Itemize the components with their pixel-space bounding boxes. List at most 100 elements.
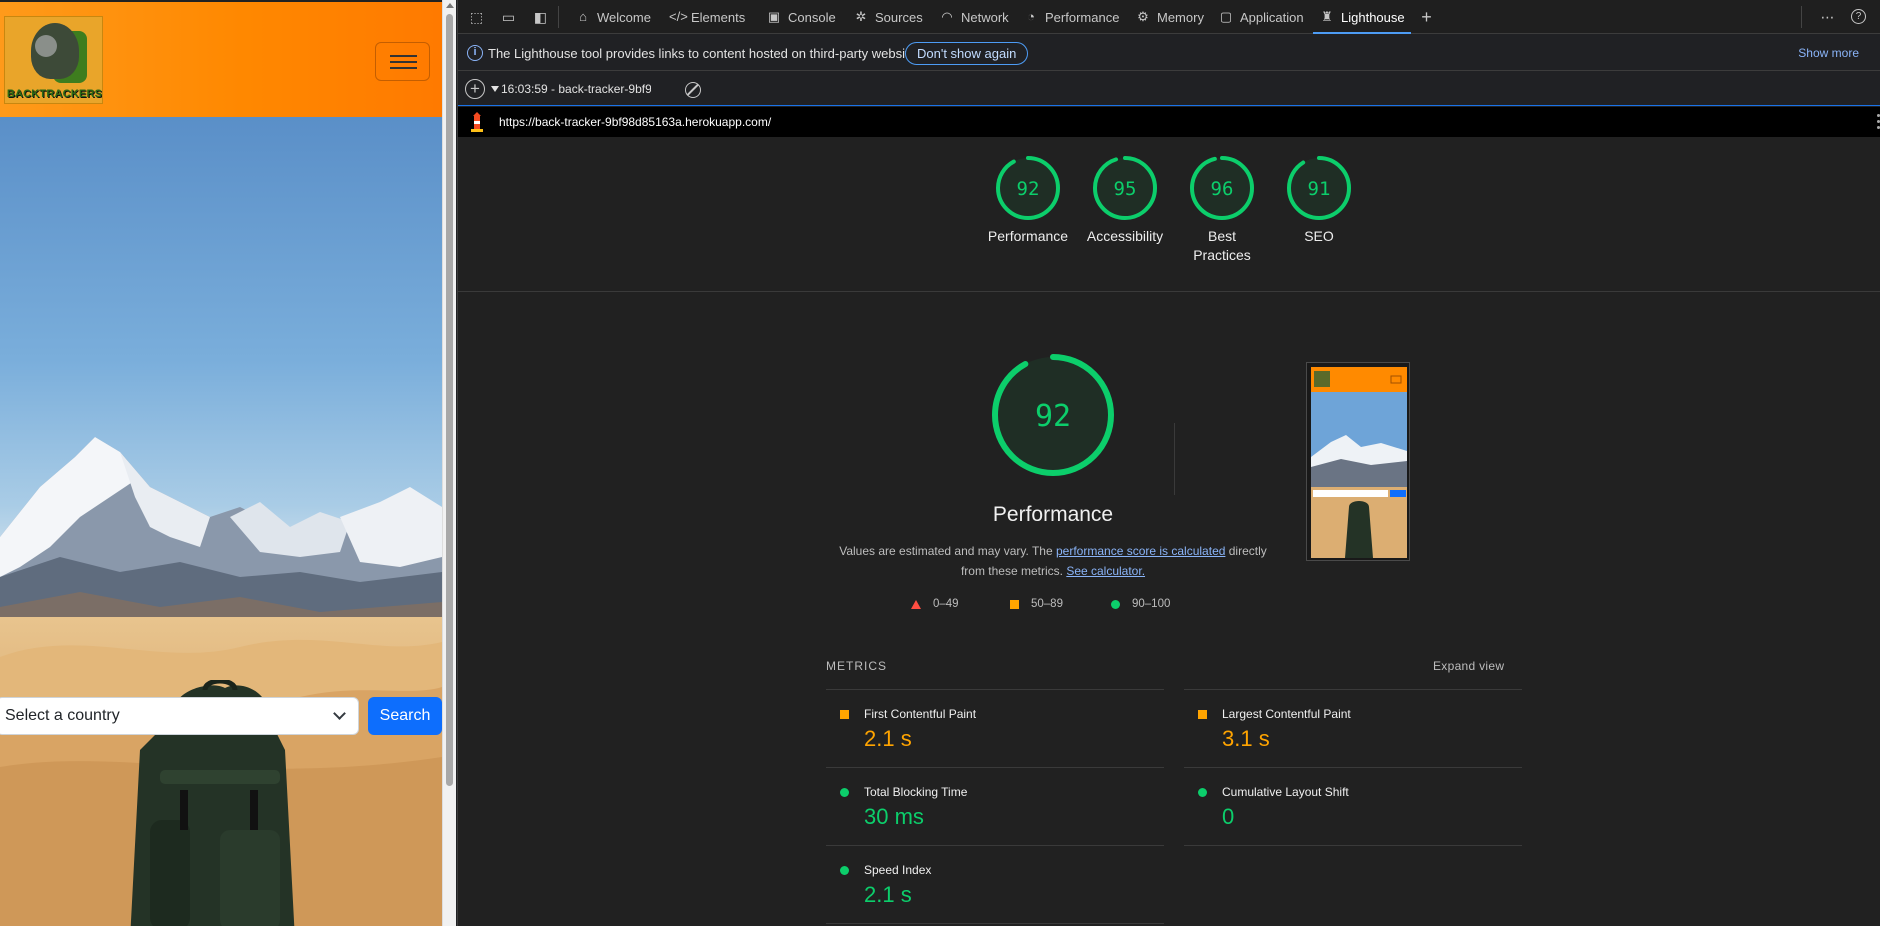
scroll-up-arrow-icon[interactable] <box>446 3 454 8</box>
score-gauge-performance[interactable]: 92 Performance <box>980 155 1076 246</box>
site-header: BACKTRACKERS <box>0 0 442 117</box>
dock-sidebar-icon[interactable]: ◧ <box>532 9 549 25</box>
score-label: Accessibility <box>1086 228 1164 244</box>
new-report-plus-icon[interactable]: + <box>465 79 485 99</box>
score-gauge-seo[interactable]: 91 SEO <box>1271 155 1367 246</box>
score-gauge-best-practices[interactable]: 96 Best Practices <box>1174 155 1270 265</box>
scrollbar-thumb[interactable] <box>446 14 453 786</box>
dropdown-triangle-icon <box>491 86 499 92</box>
circle-icon <box>840 866 849 875</box>
tab-console[interactable]: ▣ Console <box>766 0 836 34</box>
screen: BACKTRACKERS Select a country Search ⬚ ▭… <box>0 0 1880 926</box>
country-search-form: Select a country Search <box>0 697 442 735</box>
tab-lighthouse[interactable]: ♜ Lighthouse <box>1313 0 1411 34</box>
legend-fail: 0–49 <box>911 598 959 610</box>
report-url[interactable]: https://back-tracker-9bf98d85163a.heroku… <box>499 115 771 129</box>
gauge-score-text: 96 <box>1211 178 1234 200</box>
hamburger-icon-line <box>390 67 417 69</box>
tab-elements[interactable]: </> Elements <box>669 0 745 34</box>
hamburger-icon-line <box>390 55 417 57</box>
search-button[interactable]: Search <box>368 697 442 735</box>
lighthouse-report-toolbar: + 16:03:59 - back-tracker-9bf98c <box>458 72 1880 106</box>
performance-description: Values are estimated and may vary. The p… <box>828 541 1278 581</box>
metric-name: Total Blocking Time <box>864 785 968 799</box>
console-icon: ▣ <box>767 9 781 24</box>
devtools-panel: ⬚ ▭ ◧ ⌂ Welcome </> Elements ▣ Console ✲… <box>457 0 1880 926</box>
circle-icon <box>840 788 849 797</box>
clear-reports-icon[interactable] <box>685 82 701 98</box>
thumbnail-image <box>1311 367 1407 558</box>
square-icon <box>840 710 849 719</box>
home-icon: ⌂ <box>579 9 587 24</box>
tab-label: Console <box>788 9 836 25</box>
metric-speed-index: Speed Index 2.1 s <box>826 845 1164 923</box>
expand-view-toggle[interactable]: Expand view <box>1433 659 1504 673</box>
info-icon: i <box>467 45 483 61</box>
metric-value: 30 ms <box>864 804 924 829</box>
metric-cumulative-layout-shift: Cumulative Layout Shift 0 <box>1184 767 1522 845</box>
triangle-icon <box>911 599 921 609</box>
score-gauge-ring: 95 <box>1093 156 1157 220</box>
more-options-icon[interactable]: ⋯ <box>1819 9 1836 25</box>
device-emulation-icon[interactable]: ▭ <box>500 9 517 25</box>
metric-value: 2.1 s <box>864 726 912 751</box>
site-logo[interactable]: BACKTRACKERS <box>4 16 103 104</box>
report-selector[interactable]: 16:03:59 - back-tracker-9bf98c <box>491 82 651 96</box>
chevron-down-icon <box>333 707 346 720</box>
toolbar-separator <box>1801 6 1802 28</box>
gauge-icon: ◔ <box>1027 9 1035 24</box>
tab-label: Network <box>961 9 1009 25</box>
metric-total-blocking-time: Total Blocking Time 30 ms <box>826 767 1164 845</box>
chip-icon: ⚙ <box>1137 9 1149 24</box>
tab-application[interactable]: ▢ Application <box>1218 0 1304 34</box>
help-icon[interactable]: ? <box>1851 9 1866 24</box>
score-gauge-accessibility[interactable]: 95 Accessibility <box>1077 155 1173 246</box>
legend-range: 50–89 <box>1031 598 1063 610</box>
metric-grid-divider <box>826 923 1164 924</box>
tab-performance[interactable]: ◔ Performance <box>1023 0 1119 34</box>
tab-sources[interactable]: ✲ Sources <box>853 0 923 34</box>
see-calculator-link[interactable]: See calculator. <box>1066 564 1145 578</box>
final-screenshot-thumbnail[interactable] <box>1306 362 1410 561</box>
vertical-divider <box>1174 423 1175 495</box>
add-tab-plus-icon[interactable]: + <box>1418 8 1435 26</box>
tab-label: Welcome <box>597 9 651 25</box>
performance-gauge-ring: 92 <box>992 354 1114 476</box>
legend-pass: 90–100 <box>1111 598 1170 610</box>
dont-show-again-button[interactable]: Don't show again <box>905 42 1029 65</box>
inspect-element-icon[interactable]: ⬚ <box>468 9 485 25</box>
metric-name: Cumulative Layout Shift <box>1222 785 1349 799</box>
hamburger-menu-button[interactable] <box>375 42 430 81</box>
legend-average: 50–89 <box>1010 598 1063 610</box>
metric-value: 2.1 s <box>864 882 912 907</box>
report-selector-label: 16:03:59 - back-tracker-9bf98c <box>501 82 651 96</box>
description-text: Values are estimated and may vary. The <box>839 544 1056 558</box>
country-select[interactable]: Select a country <box>0 697 359 735</box>
tab-label: Lighthouse <box>1341 9 1405 25</box>
metric-first-contentful-paint: First Contentful Paint 2.1 s <box>826 689 1164 767</box>
legend-range: 90–100 <box>1132 598 1171 610</box>
metric-name: Largest Contentful Paint <box>1222 707 1351 721</box>
logo-text: BACKTRACKERS <box>6 88 103 100</box>
wifi-icon: ◠ <box>941 9 953 24</box>
square-icon <box>1010 599 1019 609</box>
bug-icon: ✲ <box>855 9 867 24</box>
tab-network[interactable]: ◠ Network <box>939 0 1009 34</box>
square-icon <box>1198 710 1207 719</box>
score-gauge-ring: 91 <box>1287 156 1351 220</box>
lighthouse-icon: ♜ <box>1321 9 1333 24</box>
hero-image: Select a country Search <box>0 117 442 926</box>
metric-value: 3.1 s <box>1222 726 1270 751</box>
tab-welcome[interactable]: ⌂ Welcome <box>575 0 651 34</box>
metrics-section-title: METRICS <box>826 659 887 673</box>
legend-range: 0–49 <box>933 598 959 610</box>
page-scrollbar[interactable] <box>442 0 456 926</box>
third-party-infobar: i The Lighthouse tool provides links to … <box>458 35 1880 71</box>
show-more-link[interactable]: Show more <box>1798 46 1859 60</box>
metric-grid-divider <box>1184 845 1522 846</box>
performance-score-link[interactable]: performance score is calculated <box>1056 544 1225 558</box>
score-label: Best Practices <box>1193 228 1251 263</box>
report-url-bar: https://back-tracker-9bf98d85163a.heroku… <box>458 107 1880 137</box>
tab-label: Sources <box>875 9 923 25</box>
tab-memory[interactable]: ⚙ Memory <box>1135 0 1204 34</box>
